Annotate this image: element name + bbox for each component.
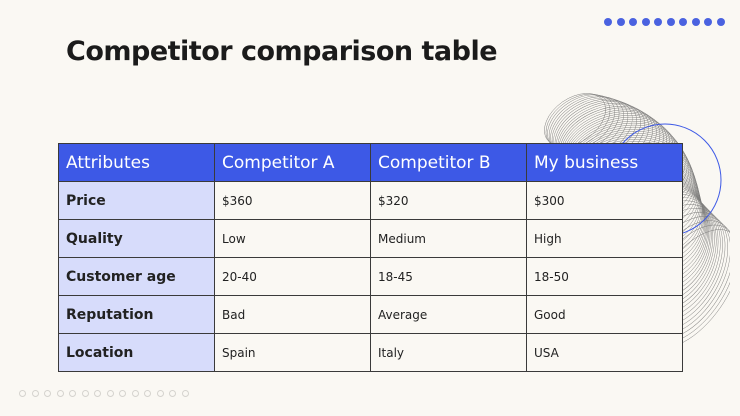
slide-title: Competitor comparison table xyxy=(66,36,498,67)
attribute-cell: Customer age xyxy=(58,257,215,296)
dot xyxy=(31,390,39,397)
header-competitor-b: Competitor B xyxy=(370,143,527,182)
dot xyxy=(604,18,612,26)
header-attributes: Attributes xyxy=(58,143,215,182)
table-cell: 18-50 xyxy=(526,257,683,296)
table-cell: Bad xyxy=(214,295,371,334)
table-cell: $360 xyxy=(214,181,371,220)
top-dots-decoration xyxy=(604,18,725,26)
dot xyxy=(169,390,176,397)
dot xyxy=(181,390,189,397)
table-header-row: Attributes Competitor A Competitor B My … xyxy=(58,143,683,182)
attribute-cell: Price xyxy=(58,181,215,220)
dot xyxy=(119,390,126,397)
dot xyxy=(144,390,151,397)
dot xyxy=(666,18,675,26)
dot xyxy=(69,390,76,397)
slide: Competitor comparison table Attributes C… xyxy=(0,0,740,416)
dot xyxy=(616,18,625,26)
dot xyxy=(81,390,89,397)
table-cell: $320 xyxy=(370,181,527,220)
dot xyxy=(641,18,650,26)
dot xyxy=(156,390,164,397)
table-row: Reputation Bad Average Good xyxy=(58,295,683,334)
table-cell: 18-45 xyxy=(370,257,527,296)
table-row: Customer age 20-40 18-45 18-50 xyxy=(58,257,683,296)
attribute-cell: Quality xyxy=(58,219,215,258)
header-competitor-a: Competitor A xyxy=(214,143,371,182)
dot xyxy=(131,390,139,397)
header-my-business: My business xyxy=(526,143,683,182)
table-row: Price $360 $320 $300 xyxy=(58,181,683,220)
dot xyxy=(654,18,662,26)
bottom-dots-decoration xyxy=(19,390,189,397)
table-cell: 20-40 xyxy=(214,257,371,296)
table-cell: Low xyxy=(214,219,371,258)
dot xyxy=(44,390,51,397)
table-cell: USA xyxy=(526,333,683,372)
table-cell: Average xyxy=(370,295,527,334)
table-cell: Good xyxy=(526,295,683,334)
dot xyxy=(691,18,700,26)
dot xyxy=(679,18,687,26)
dot xyxy=(56,390,64,397)
comparison-table: Attributes Competitor A Competitor B My … xyxy=(58,143,683,372)
dot xyxy=(19,390,26,397)
table-cell: Medium xyxy=(370,219,527,258)
dot xyxy=(704,18,712,26)
dot xyxy=(94,390,101,397)
table-row: Quality Low Medium High xyxy=(58,219,683,258)
dot xyxy=(106,390,114,397)
table-cell: Italy xyxy=(370,333,527,372)
table-row: Location Spain Italy USA xyxy=(58,333,683,372)
attribute-cell: Reputation xyxy=(58,295,215,334)
dot xyxy=(629,18,637,26)
table-cell: High xyxy=(526,219,683,258)
table-cell: $300 xyxy=(526,181,683,220)
dot xyxy=(716,18,725,26)
table-cell: Spain xyxy=(214,333,371,372)
attribute-cell: Location xyxy=(58,333,215,372)
